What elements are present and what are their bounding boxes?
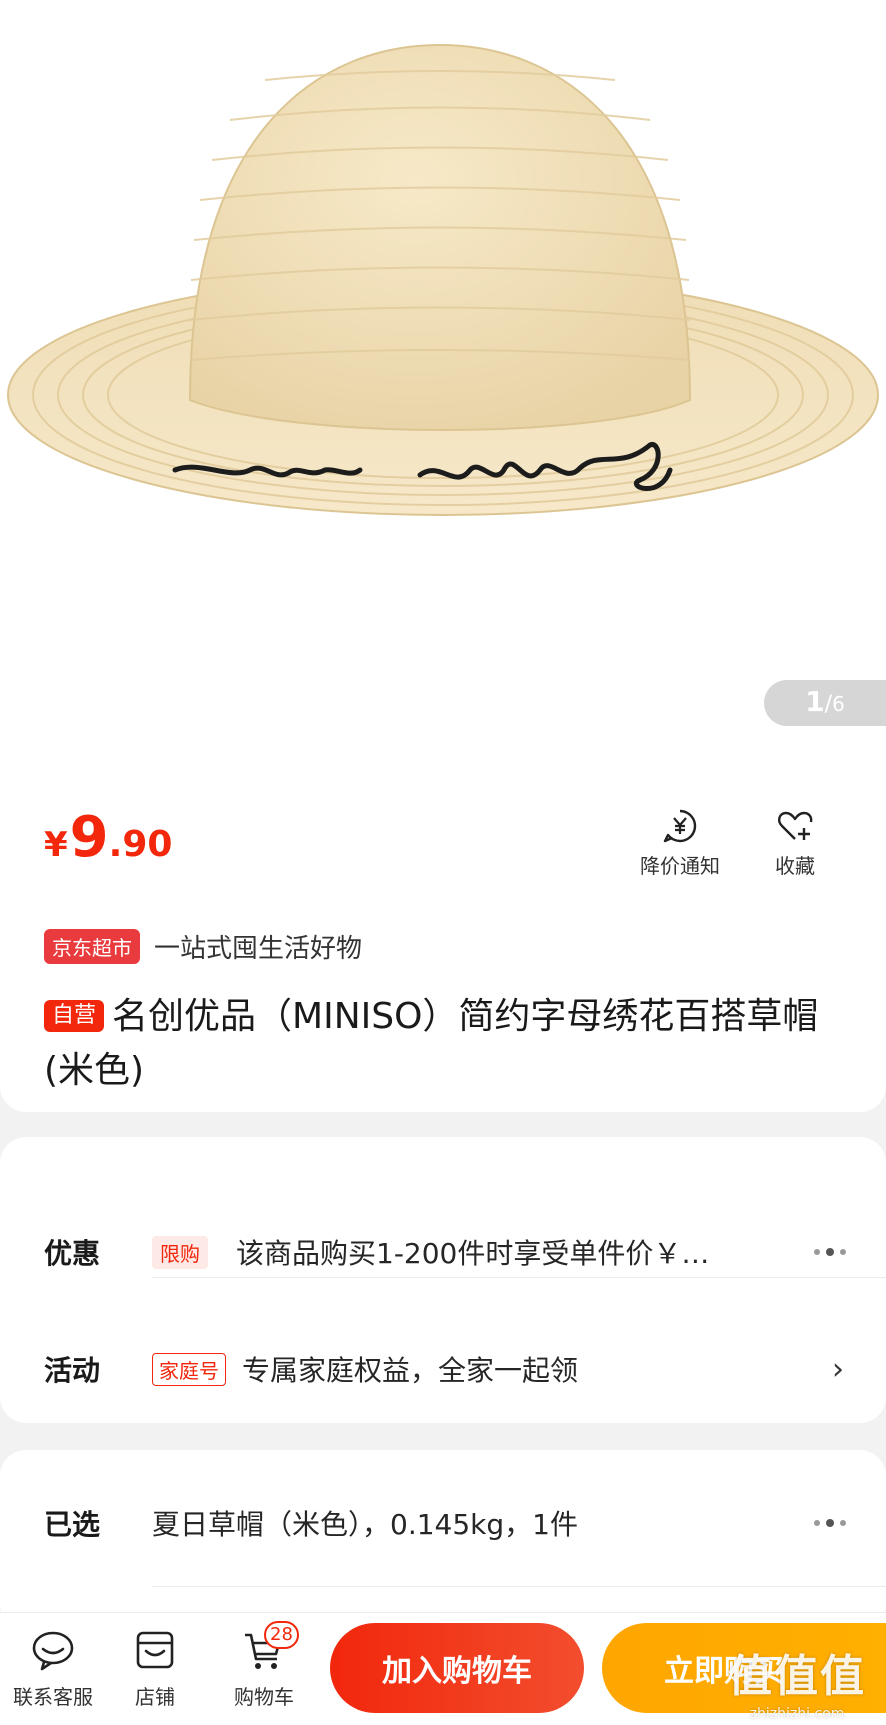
store-slogan-row: 京东超市 一站式囤生活好物 [44,928,362,965]
more-options-icon[interactable] [814,1519,846,1527]
activity-row[interactable]: 活动 家庭号 专属家庭权益，全家一起领 › [0,1324,886,1414]
product-info-card: ¥ 9 .90 降价通知 收藏 京东超市 一站式囤生活好物 自营 名创优品（MIN… [0,750,886,1112]
divider [152,1277,886,1278]
store-slogan: 一站式囤生活好物 [154,934,363,964]
selected-spec-text: 夏日草帽（米色），0.145kg，1件 [152,1508,578,1541]
divider [152,1586,886,1587]
cart-count-badge: 28 [264,1621,299,1649]
price-alert-icon [663,809,697,843]
promotion-card: 优惠 限购 该商品购买1-200件时享受单件价￥… 活动 家庭号 专属家庭权益，… [0,1137,886,1423]
customer-service-button[interactable]: 联系客服 [8,1627,98,1710]
chevron-right-icon: › [832,1351,844,1387]
price-alert-button[interactable]: 降价通知 [640,806,720,879]
add-to-cart-button[interactable]: 加入购物车 [330,1623,584,1713]
selected-spec-card: 已选 夏日草帽（米色），0.145kg，1件 [0,1450,886,1630]
limit-purchase-badge: 限购 [152,1235,208,1269]
bottom-action-bar: 联系客服 店铺 28 购物车 加入购物车 立即购买 [0,1612,886,1725]
selected-spec-row[interactable]: 已选 夏日草帽（米色），0.145kg，1件 [0,1478,886,1568]
shop-icon [136,1631,174,1669]
promotion-row[interactable]: 优惠 限购 该商品购买1-200件时享受单件价￥… [0,1207,886,1297]
more-options-icon[interactable] [814,1248,846,1256]
jd-supermarket-tag: 京东超市 [44,929,140,964]
self-operated-tag: 自营 [44,1000,105,1032]
cart-button[interactable]: 28 购物车 [224,1621,304,1710]
product-image-gallery[interactable]: 1 / 6 [0,0,886,760]
chat-bubble-icon [32,1631,74,1671]
product-title: 自营 名创优品（MINISO）简约字母绣花百搭草帽(米色) [44,996,819,1091]
promotion-text: 该商品购买1-200件时享受单件价￥… [236,1237,710,1270]
image-counter: 1 / 6 [764,680,886,726]
product-price: ¥ 9 .90 [44,805,173,870]
straw-hat-image [7,43,879,516]
activity-text: 专属家庭权益，全家一起领 [242,1354,579,1387]
family-account-badge: 家庭号 [152,1352,226,1386]
buy-now-button[interactable]: 立即购买 [602,1623,886,1713]
favorite-button[interactable]: 收藏 [775,806,815,879]
shop-button[interactable]: 店铺 [120,1627,190,1710]
heart-plus-icon [778,811,813,840]
